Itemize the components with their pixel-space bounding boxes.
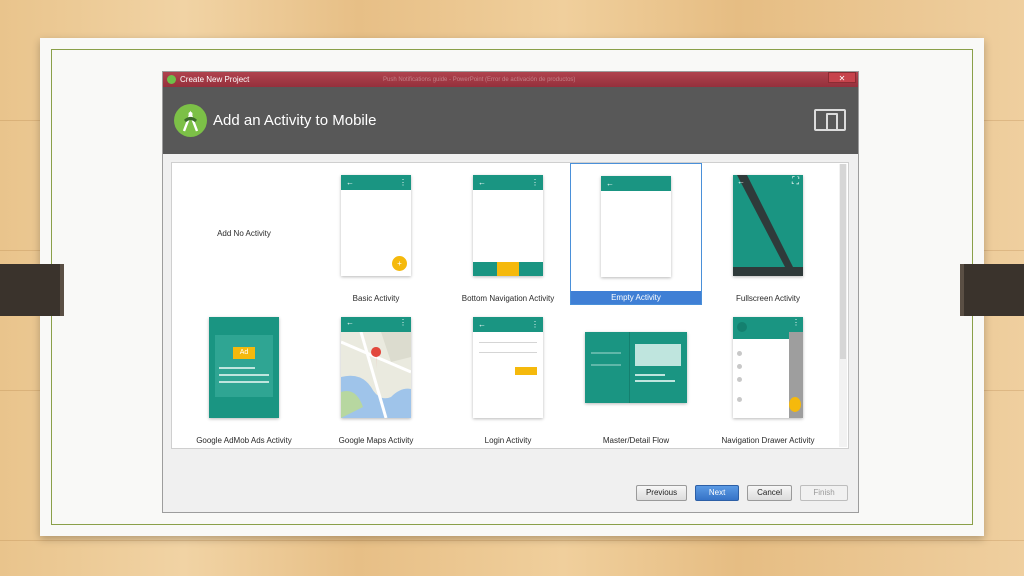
activity-label: Google AdMob Ads Activity xyxy=(196,436,292,445)
preview-appbar: ← xyxy=(601,176,671,191)
ad-text-line xyxy=(219,367,255,369)
back-arrow-icon: ← xyxy=(346,318,354,327)
android-studio-small-icon xyxy=(167,75,176,84)
activity-label: Navigation Drawer Activity xyxy=(721,436,815,445)
back-arrow-icon: ← xyxy=(478,320,486,329)
dialog-titlebar: Create New Project Push Notifications gu… xyxy=(163,72,858,87)
activity-tile-login[interactable]: ← ⋮ Login Activity xyxy=(442,305,574,447)
overflow-menu-icon: ⋮ xyxy=(531,320,539,329)
activity-label: Empty Activity xyxy=(571,291,701,304)
drawer-item-dot xyxy=(737,351,742,356)
admob-preview: Ad xyxy=(209,317,279,418)
dialog-title: Create New Project xyxy=(180,75,250,84)
login-preview: ← ⋮ xyxy=(473,317,543,418)
create-project-dialog: Create New Project Push Notifications gu… xyxy=(162,71,859,513)
login-field-line xyxy=(479,352,537,353)
pane-divider xyxy=(629,332,630,403)
activity-tile-bottom-navigation[interactable]: ← ⋮ Bottom Navigation Activity xyxy=(442,163,574,305)
close-button[interactable]: ✕ xyxy=(828,72,856,83)
activity-label: Master/Detail Flow xyxy=(602,436,670,445)
activity-gallery: Add No Activity ← ⋮ + Basic Activity ← ⋮ xyxy=(171,162,849,449)
fullscreen-diagonal-graphic xyxy=(733,175,803,276)
back-arrow-icon: ← xyxy=(478,178,486,187)
drawer-item-dot xyxy=(737,397,742,402)
overflow-menu-icon: ⋮ xyxy=(792,318,800,327)
activity-tile-master-detail[interactable]: Master/Detail Flow xyxy=(570,305,702,447)
map-pin-icon xyxy=(371,355,377,361)
master-list-line xyxy=(591,364,621,366)
nav-drawer-preview: ⋮ xyxy=(733,317,803,418)
activity-tile-navigation-drawer[interactable]: ⋮ Navigation Drawer Activity xyxy=(702,305,834,447)
overflow-menu-icon: ⋮ xyxy=(531,178,539,187)
bottom-navigation-selected-item xyxy=(497,262,519,276)
activity-label: Add No Activity xyxy=(217,229,271,238)
bottom-nav-preview: ← ⋮ xyxy=(473,175,543,276)
right-strap xyxy=(960,264,1024,316)
ad-badge: Ad xyxy=(233,347,255,359)
maps-preview: ← ⋮ xyxy=(341,317,411,418)
activity-tile-add-no-activity[interactable]: Add No Activity xyxy=(178,163,310,305)
detail-text-line xyxy=(635,374,665,376)
preview-appbar: ← ⋮ xyxy=(473,317,543,332)
activity-tile-fullscreen[interactable]: ← ⛶ Fullscreen Activity xyxy=(702,163,834,305)
fullscreen-preview: ← ⛶ xyxy=(733,175,803,276)
next-button[interactable]: Next xyxy=(695,485,740,501)
preview-appbar: ← ⋮ xyxy=(473,175,543,190)
finish-button[interactable]: Finish xyxy=(800,485,848,501)
map-graphic xyxy=(341,317,411,418)
scrollbar-thumb[interactable] xyxy=(840,164,846,359)
activity-label: Fullscreen Activity xyxy=(735,294,801,303)
wizard-title: Add an Activity to Mobile xyxy=(213,112,377,129)
login-button-shape xyxy=(515,367,537,375)
ad-card xyxy=(215,335,273,397)
fab-peek xyxy=(789,397,801,412)
fab-plus-icon: + xyxy=(392,256,407,271)
detail-text-line xyxy=(635,380,675,382)
previous-button[interactable]: Previous xyxy=(635,485,688,501)
fullscreen-icon: ⛶ xyxy=(792,176,799,187)
overflow-menu-icon: ⋮ xyxy=(399,318,407,327)
activity-tile-basic[interactable]: ← ⋮ + Basic Activity xyxy=(310,163,442,305)
drawer-item-dot xyxy=(737,377,742,382)
wizard-header: Add an Activity to Mobile xyxy=(163,87,858,154)
preview-appbar: ← ⋮ xyxy=(341,175,411,190)
overflow-menu-icon: ⋮ xyxy=(399,178,407,187)
device-form-factor-icon xyxy=(814,109,846,131)
activity-tile-admob[interactable]: Ad Google AdMob Ads Activity xyxy=(178,305,310,447)
back-arrow-icon: ← xyxy=(737,177,745,186)
back-arrow-icon: ← xyxy=(606,179,614,188)
activity-label: Login Activity xyxy=(484,436,532,445)
background-window-caption: Push Notifications guide - PowerPoint (E… xyxy=(383,76,576,83)
activity-tile-empty[interactable]: ← Empty Activity xyxy=(570,163,702,305)
cancel-button[interactable]: Cancel xyxy=(747,485,792,501)
activity-label: Bottom Navigation Activity xyxy=(461,294,555,303)
drawer-item-dot xyxy=(737,364,742,369)
activity-label: Google Maps Activity xyxy=(338,436,414,445)
left-strap xyxy=(0,264,64,316)
basic-activity-preview: ← ⋮ + xyxy=(341,175,411,276)
avatar xyxy=(737,322,747,332)
ad-text-line xyxy=(219,374,269,376)
gallery-scrollbar[interactable] xyxy=(839,164,847,447)
master-list-line xyxy=(591,352,621,354)
activity-tile-google-maps[interactable]: ← ⋮ Google Maps Activity xyxy=(310,305,442,447)
ad-text-line xyxy=(219,381,269,383)
activity-label: Basic Activity xyxy=(352,294,400,303)
android-studio-logo-icon xyxy=(174,104,207,137)
master-detail-preview xyxy=(585,332,687,403)
detail-image xyxy=(635,344,681,366)
back-arrow-icon: ← xyxy=(346,178,354,187)
login-field-line xyxy=(479,342,537,343)
wizard-buttons: Previous Next Cancel Finish xyxy=(635,485,848,501)
empty-activity-preview: ← xyxy=(601,176,671,277)
